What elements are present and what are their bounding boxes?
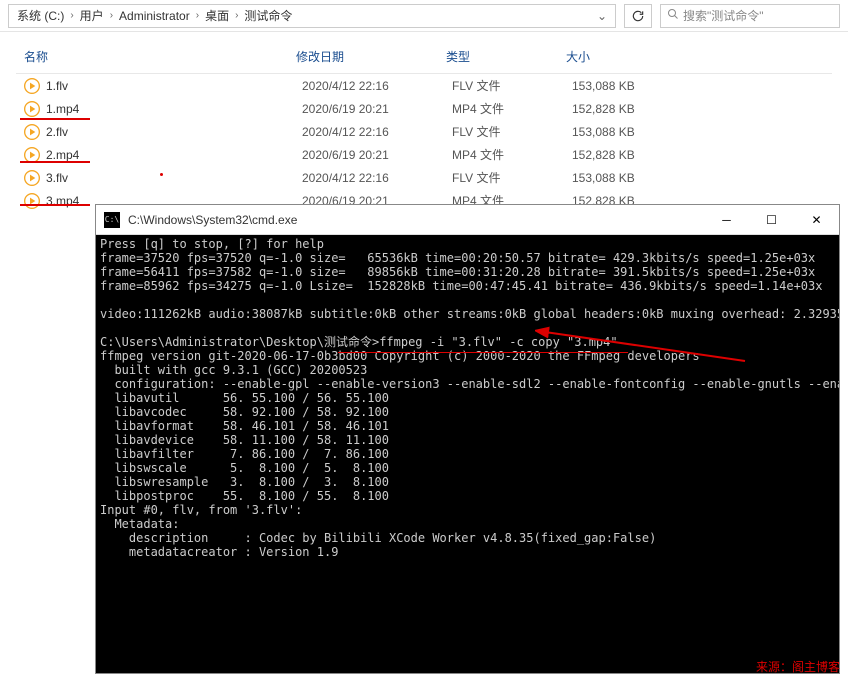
annotation-underline: [20, 118, 90, 120]
file-size: 153,088 KB: [572, 79, 672, 93]
file-size: 153,088 KB: [572, 171, 672, 185]
annotation-dot: [160, 173, 163, 176]
file-type: MP4 文件: [452, 146, 572, 163]
column-header-type[interactable]: 类型: [446, 48, 566, 65]
file-date: 2020/4/12 22:16: [302, 79, 452, 93]
chevron-right-icon: ›: [70, 10, 73, 21]
close-button[interactable]: ✕: [794, 205, 839, 234]
file-type: FLV 文件: [452, 123, 572, 140]
search-placeholder: 搜索"测试命令": [683, 7, 764, 24]
file-name: 1.mp4: [46, 102, 302, 116]
media-icon: [24, 193, 40, 209]
media-icon: [24, 78, 40, 94]
file-type: MP4 文件: [452, 100, 572, 117]
file-size: 152,828 KB: [572, 148, 672, 162]
breadcrumb-part[interactable]: 用户: [80, 7, 104, 24]
file-size: 153,088 KB: [572, 125, 672, 139]
file-row[interactable]: 1.mp42020/6/19 20:21MP4 文件152,828 KB: [16, 97, 832, 120]
file-name: 3.flv: [46, 171, 302, 185]
chevron-right-icon: ›: [110, 10, 113, 21]
file-type: FLV 文件: [452, 169, 572, 186]
column-header-date[interactable]: 修改日期: [296, 48, 446, 65]
media-icon: [24, 170, 40, 186]
file-size: 152,828 KB: [572, 102, 672, 116]
maximize-button[interactable]: ☐: [749, 205, 794, 234]
search-icon: [667, 8, 679, 23]
file-date: 2020/6/19 20:21: [302, 148, 452, 162]
cmd-output[interactable]: Press [q] to stop, [?] for help frame=37…: [96, 235, 839, 673]
file-row[interactable]: 2.mp42020/6/19 20:21MP4 文件152,828 KB: [16, 143, 832, 166]
chevron-down-icon[interactable]: ⌄: [597, 9, 607, 23]
file-list-header: 名称 修改日期 类型 大小: [16, 40, 832, 74]
cmd-titlebar[interactable]: C:\ C:\Windows\System32\cmd.exe ─ ☐ ✕: [96, 205, 839, 235]
breadcrumb-part[interactable]: Administrator: [119, 9, 190, 23]
file-type: FLV 文件: [452, 77, 572, 94]
watermark: 来源：阁主博客: [756, 658, 840, 675]
column-header-size[interactable]: 大小: [566, 48, 666, 65]
cmd-icon: C:\: [104, 212, 120, 228]
media-icon: [24, 101, 40, 117]
file-date: 2020/4/12 22:16: [302, 171, 452, 185]
breadcrumb-part[interactable]: 桌面: [205, 7, 229, 24]
minimize-button[interactable]: ─: [704, 205, 749, 234]
refresh-button[interactable]: [624, 4, 652, 28]
search-input[interactable]: 搜索"测试命令": [660, 4, 840, 28]
file-name: 1.flv: [46, 79, 302, 93]
file-row[interactable]: 2.flv2020/4/12 22:16FLV 文件153,088 KB: [16, 120, 832, 143]
file-name: 2.mp4: [46, 148, 302, 162]
breadcrumb[interactable]: 系统 (C:) › 用户 › Administrator › 桌面 › 测试命令…: [8, 4, 616, 28]
file-date: 2020/4/12 22:16: [302, 125, 452, 139]
file-row[interactable]: 1.flv2020/4/12 22:16FLV 文件153,088 KB: [16, 74, 832, 97]
file-name: 2.flv: [46, 125, 302, 139]
media-icon: [24, 124, 40, 140]
refresh-icon: [631, 9, 645, 23]
breadcrumb-part[interactable]: 测试命令: [244, 7, 292, 24]
breadcrumb-part[interactable]: 系统 (C:): [17, 7, 64, 24]
cmd-title: C:\Windows\System32\cmd.exe: [128, 213, 704, 227]
chevron-right-icon: ›: [235, 10, 238, 21]
chevron-right-icon: ›: [196, 10, 199, 21]
file-date: 2020/6/19 20:21: [302, 102, 452, 116]
file-list: 名称 修改日期 类型 大小 1.flv2020/4/12 22:16FLV 文件…: [0, 32, 848, 220]
annotation-underline: [338, 352, 628, 353]
column-header-name[interactable]: 名称: [16, 48, 296, 65]
annotation-underline: [20, 161, 90, 163]
cmd-window: C:\ C:\Windows\System32\cmd.exe ─ ☐ ✕ Pr…: [95, 204, 840, 674]
annotation-underline: [20, 204, 90, 206]
file-row[interactable]: 3.flv2020/4/12 22:16FLV 文件153,088 KB: [16, 166, 832, 189]
